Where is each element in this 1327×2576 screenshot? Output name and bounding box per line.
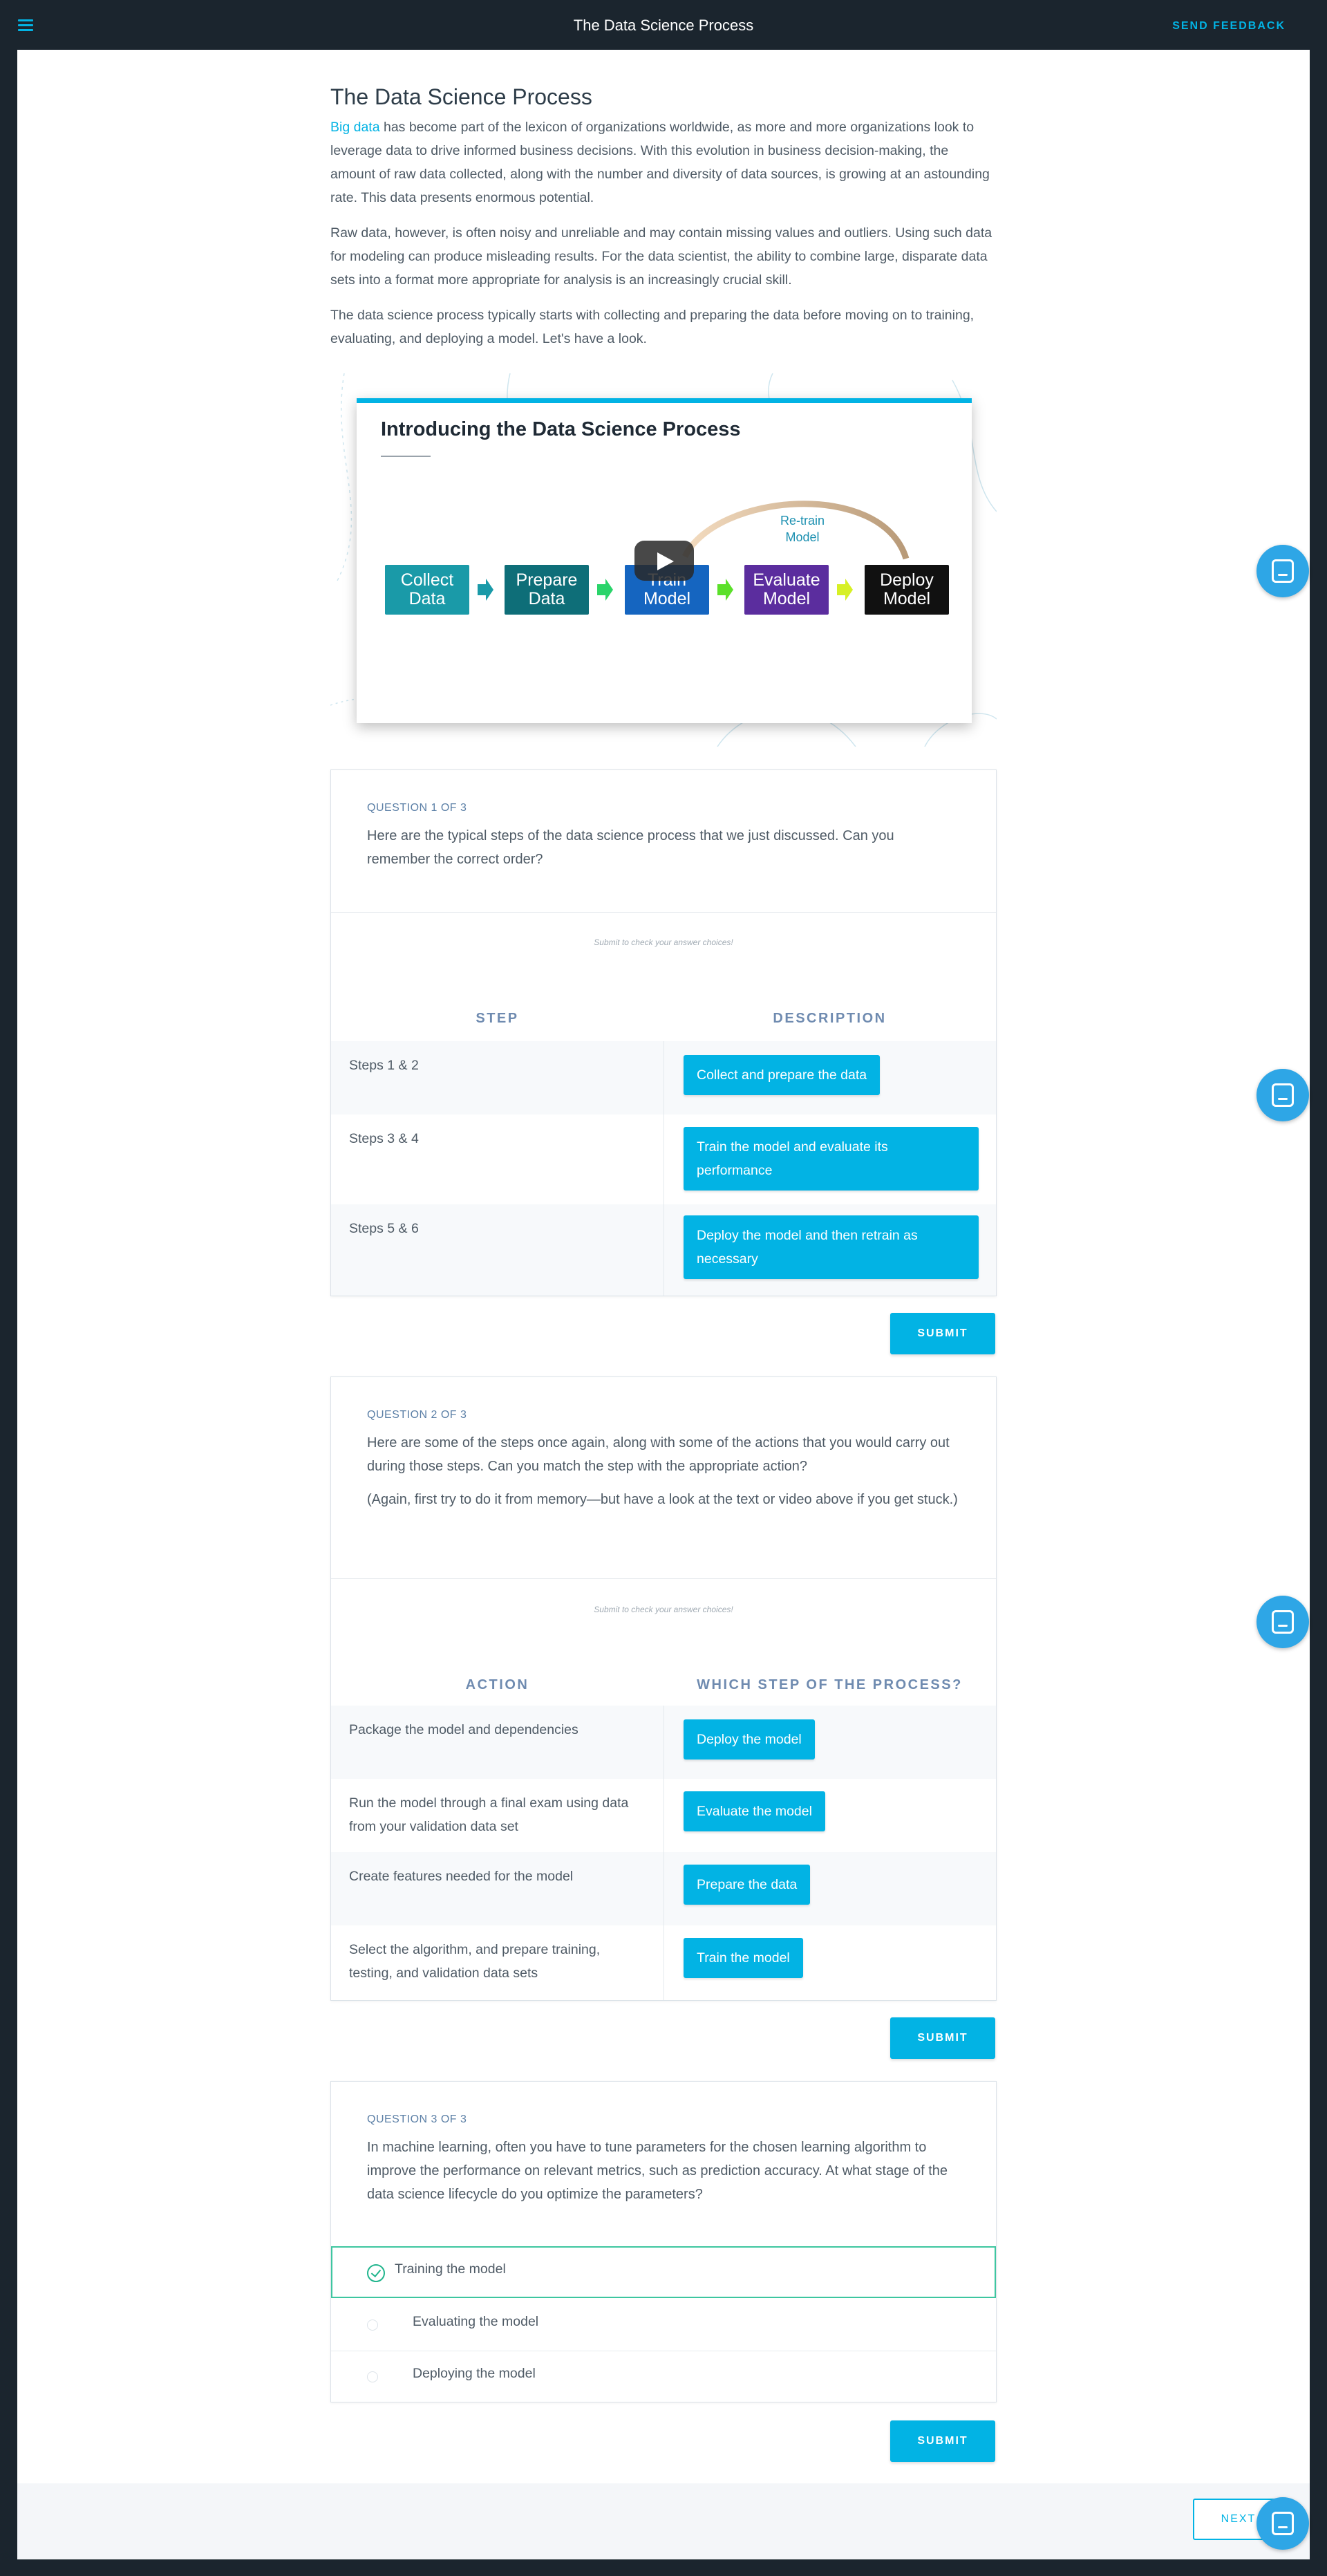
- answer-chip[interactable]: Deploy the model: [684, 1719, 815, 1760]
- question-2-card: QUESTION 2 OF 3 Here are some of the ste…: [330, 1376, 997, 2001]
- question-text: Here are the typical steps of the data s…: [367, 828, 894, 867]
- answer-chip[interactable]: Train the model and evaluate its perform…: [684, 1127, 979, 1191]
- question-text: In machine learning, often you have to t…: [367, 2140, 948, 2202]
- intro-paragraph-1: Big data has become part of the lexicon …: [330, 115, 997, 209]
- match-row-label: Steps 3 & 4: [349, 1131, 419, 1146]
- question-number: QUESTION 1 OF 3: [367, 802, 467, 814]
- flow-step-collect-data: Collect Data: [385, 565, 469, 615]
- column-header-step: STEP: [476, 1011, 519, 1026]
- divider: [331, 1578, 996, 1579]
- play-icon: [657, 552, 674, 570]
- question-text: Here are some of the steps once again, a…: [367, 1435, 950, 1474]
- answer-chip[interactable]: Train the model: [684, 1938, 803, 1978]
- column-header-step: WHICH STEP OF THE PROCESS?: [697, 1677, 963, 1692]
- option-label: Deploying the model: [413, 2366, 536, 2381]
- answer-option-selected[interactable]: Training the model: [331, 2246, 996, 2298]
- question-number: QUESTION 3 OF 3: [367, 2113, 467, 2125]
- retrain-label: Re-train Model: [780, 514, 825, 544]
- submit-button-q1[interactable]: SUBMIT: [890, 1313, 995, 1354]
- topbar-title: The Data Science Process: [573, 17, 754, 34]
- chat-icon: [1272, 1083, 1294, 1107]
- column-header-description: DESCRIPTION: [773, 1011, 887, 1026]
- radio-button[interactable]: [367, 2320, 378, 2331]
- answer-option[interactable]: Deploying the model: [331, 2351, 996, 2402]
- match-row-label: Steps 5 & 6: [349, 1221, 419, 1236]
- chat-button[interactable]: [1257, 1596, 1309, 1648]
- flow-step-prepare-data: Prepare Data: [505, 565, 589, 615]
- match-row-label: Create features needed for the model: [349, 1869, 574, 1884]
- submit-hint: Submit to check your answer choices!: [594, 937, 733, 947]
- answer-option[interactable]: Evaluating the model: [331, 2299, 996, 2351]
- answer-chip[interactable]: Prepare the data: [684, 1865, 811, 1905]
- send-feedback-link[interactable]: SEND FEEDBACK: [1172, 20, 1286, 32]
- answer-chip[interactable]: Deploy the model and then retrain as nec…: [684, 1215, 979, 1279]
- lesson-footer: [17, 2483, 1310, 2559]
- submit-button-q3[interactable]: SUBMIT: [890, 2420, 995, 2462]
- radio-button[interactable]: [367, 2371, 378, 2382]
- column-header-action: ACTION: [465, 1677, 529, 1692]
- flow-step-deploy-model: Deploy Model: [865, 565, 949, 615]
- checkmark-icon: [367, 2264, 385, 2282]
- intro-paragraph-1-text: has become part of the lexicon of organi…: [330, 120, 990, 205]
- top-navigation-bar: The Data Science Process SEND FEEDBACK: [0, 0, 1327, 50]
- answer-chip[interactable]: Collect and prepare the data: [684, 1055, 881, 1095]
- chat-icon: [1272, 2512, 1294, 2535]
- intro-paragraph-3: The data science process typically start…: [330, 308, 975, 346]
- flow-step-evaluate-model: Evaluate Model: [744, 565, 829, 615]
- video-player[interactable]: Introducing the Data Science Process Re-…: [357, 398, 972, 723]
- match-row-label: Steps 1 & 2: [349, 1058, 419, 1073]
- big-data-link[interactable]: Big data: [330, 120, 380, 135]
- option-label: Evaluating the model: [413, 2314, 539, 2329]
- answer-chip[interactable]: Evaluate the model: [684, 1791, 825, 1831]
- chat-button[interactable]: [1257, 545, 1309, 597]
- divider: [331, 912, 996, 913]
- play-button[interactable]: [634, 541, 694, 581]
- chat-button[interactable]: [1257, 2497, 1309, 2550]
- question-1-card: QUESTION 1 OF 3 Here are the typical ste…: [330, 769, 997, 1296]
- submit-button-q2[interactable]: SUBMIT: [890, 2017, 995, 2059]
- match-row-label: Run the model through a final exam using…: [349, 1795, 629, 1834]
- page-title: The Data Science Process: [330, 84, 592, 109]
- chat-icon: [1272, 1610, 1294, 1634]
- submit-hint: Submit to check your answer choices!: [594, 1605, 733, 1614]
- question-subtext: (Again, first try to do it from memory—b…: [367, 1492, 958, 1507]
- question-number: QUESTION 2 OF 3: [367, 1409, 467, 1421]
- intro-text: Big data has become part of the lexicon …: [330, 115, 997, 362]
- option-label: Training the model: [395, 2261, 506, 2277]
- match-row-label: Package the model and dependencies: [349, 1722, 578, 1737]
- chat-icon: [1272, 559, 1294, 583]
- question-3-card: QUESTION 3 OF 3 In machine learning, oft…: [330, 2081, 997, 2402]
- chat-button[interactable]: [1257, 1069, 1309, 1121]
- intro-paragraph-2: Raw data, however, is often noisy and un…: [330, 225, 992, 288]
- match-row-label: Select the algorithm, and prepare traini…: [349, 1942, 601, 1981]
